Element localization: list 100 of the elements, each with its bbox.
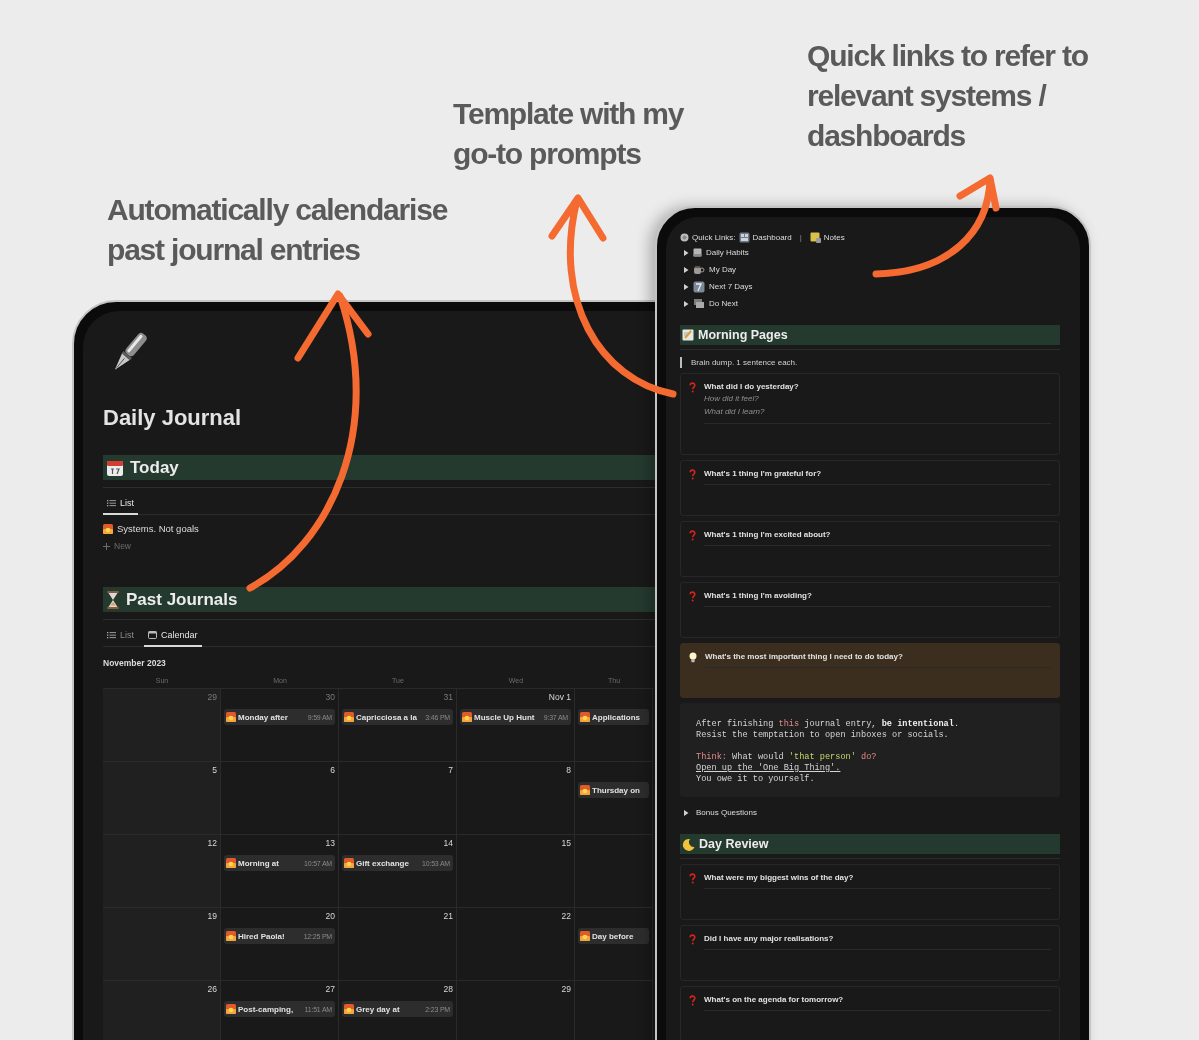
- journal-entry[interactable]: Systems. Not goals: [117, 523, 199, 534]
- toggle-caret-icon[interactable]: [683, 809, 689, 816]
- quote-text: Brain dump. 1 sentence each.: [680, 357, 1060, 368]
- toggle-caret-icon[interactable]: [683, 283, 689, 290]
- view-tab[interactable]: List: [103, 495, 138, 515]
- lightbulb-icon: [689, 652, 697, 663]
- calendar-icon: [693, 280, 705, 293]
- day-number: 6: [330, 765, 335, 777]
- day-number: 8: [566, 765, 571, 777]
- prompt-question: What did I do yesterday?: [704, 382, 800, 392]
- note-icon: [809, 231, 821, 243]
- event-title: Muscle Up Hunt: [474, 712, 535, 722]
- day-number: 15: [561, 838, 571, 850]
- section-title: Past Journals: [126, 589, 238, 610]
- page-title: Daily Journal: [103, 404, 242, 432]
- callout-text: Quick links to refer to relevant systems / dashboards: [807, 38, 1089, 154]
- prompt-question: What's on the agenda for tomorrow?: [704, 995, 845, 1005]
- dashboard-icon: [738, 231, 750, 243]
- event-title: Grey day at: [356, 1004, 400, 1014]
- day-number: 29: [561, 984, 571, 996]
- hourglass-icon: [106, 590, 120, 609]
- prompt-hint: What did I learn?: [704, 406, 766, 418]
- section-title: Morning Pages: [698, 328, 788, 342]
- prompt-question: What's 1 thing I'm avoiding?: [704, 591, 813, 601]
- event-title: Post-camping,: [238, 1004, 294, 1014]
- day-number: 28: [443, 984, 453, 996]
- day-number: 21: [443, 911, 453, 923]
- toggle-label[interactable]: Next 7 Days: [709, 282, 753, 291]
- question-icon: [689, 382, 696, 393]
- section-title: Day Review: [699, 837, 769, 851]
- toggle-label[interactable]: Bonus Questions: [696, 808, 757, 817]
- toggle-caret-icon[interactable]: [683, 249, 689, 256]
- code-line: Open up the 'One Big Thing'.: [696, 763, 842, 774]
- prompt-question: What's 1 thing I'm grateful for?: [704, 469, 823, 479]
- event-title: Thursday on: [592, 785, 640, 795]
- question-icon: [689, 934, 696, 945]
- day-number: 20: [325, 911, 335, 923]
- toggle-caret-icon[interactable]: [683, 266, 689, 273]
- callout-text: Automatically calendarise past journal entries: [107, 192, 449, 268]
- day-number: 13: [325, 838, 335, 850]
- day-number: 22: [561, 911, 571, 923]
- day-number: 5: [212, 765, 217, 777]
- sunrise-icon: [344, 1004, 354, 1014]
- calendar-icon: [106, 458, 124, 477]
- calendar-icon: [148, 631, 157, 639]
- prompt-question: Did I have any major realisations?: [704, 934, 835, 944]
- event-title: Day before: [592, 931, 634, 941]
- sunrise-icon: [344, 858, 354, 868]
- sunrise-icon: [226, 858, 236, 868]
- calendar-event[interactable]: Day before: [578, 928, 649, 944]
- calendar-event[interactable]: Thursday on: [578, 782, 649, 798]
- sunrise-icon: [226, 931, 236, 941]
- day-number: 30: [325, 692, 335, 704]
- toggle-label[interactable]: Do Next: [709, 299, 738, 308]
- day-number: 14: [443, 838, 453, 850]
- calendar-event[interactable]: Applications: [578, 709, 649, 725]
- day-number: 12: [207, 838, 217, 850]
- event-title: Capricciosa a la: [356, 712, 417, 722]
- month-label: November 2023: [103, 658, 166, 668]
- prompt-question: What's 1 thing I'm excited about?: [704, 530, 832, 540]
- toggle-label[interactable]: Daily Habits: [706, 248, 749, 257]
- quick-links-label: Quick Links:: [692, 232, 736, 242]
- code-line: Resist the temptation to open inboxes or socials.: [696, 730, 950, 741]
- toggle-caret-icon[interactable]: [683, 300, 689, 307]
- question-icon: [689, 591, 696, 602]
- prompt-question: What's the most important thing I need to do today?: [705, 652, 904, 662]
- sunrise-icon: [580, 785, 590, 795]
- sunrise-icon: [462, 712, 472, 722]
- view-tab[interactable]: Calendar: [144, 627, 202, 647]
- separator: |: [799, 232, 802, 242]
- day-number: Nov 1: [548, 692, 571, 704]
- day-number: 29: [207, 692, 217, 704]
- stack-icon: [693, 298, 705, 309]
- event-title: Monday after: [238, 712, 288, 722]
- event-title: Gift exchange: [356, 858, 409, 868]
- toggle-label[interactable]: My Day: [709, 265, 737, 274]
- quick-link[interactable]: Notes: [823, 232, 845, 242]
- mug-icon: [693, 264, 705, 275]
- question-icon: [689, 873, 696, 884]
- day-number: 27: [325, 984, 335, 996]
- sunrise-icon: [580, 931, 590, 941]
- code-line: You owe it to yourself.: [696, 774, 816, 785]
- view-tab[interactable]: List: [103, 627, 138, 647]
- sunrise-icon: [580, 712, 590, 722]
- event-title: Applications: [592, 712, 640, 722]
- callout-text: Template with my go-to prompts: [453, 96, 685, 172]
- day-number: 19: [207, 911, 217, 923]
- question-icon: [689, 469, 696, 480]
- quick-link[interactable]: Dashboard: [752, 232, 792, 242]
- list-icon: [107, 631, 116, 639]
- sunrise-icon: [344, 712, 354, 722]
- event-title: Hired Paola!: [238, 931, 285, 941]
- question-icon: [689, 995, 696, 1006]
- sunrise-icon: [226, 712, 236, 722]
- event-title: Morning at: [238, 858, 279, 868]
- question-icon: [689, 530, 696, 541]
- moon-icon: [682, 837, 695, 851]
- code-line: Think: What would 'that person' do?: [696, 752, 878, 763]
- section-title: Today: [130, 457, 179, 478]
- sunrise-icon: [226, 1004, 236, 1014]
